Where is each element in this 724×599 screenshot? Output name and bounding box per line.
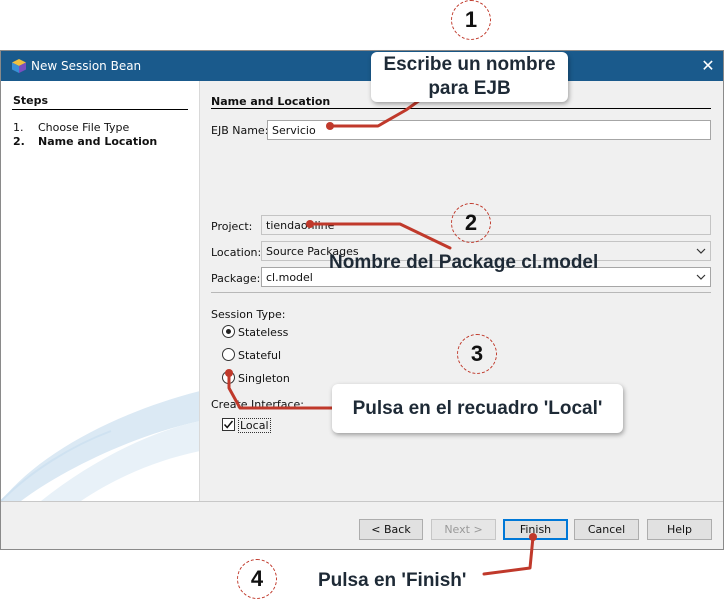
step-number: 1. [13, 121, 24, 134]
session-type-label: Session Type: [211, 308, 286, 321]
ejb-name-input[interactable]: Servicio [267, 120, 711, 140]
radio-stateless[interactable] [222, 325, 235, 338]
checkmark-icon [223, 420, 234, 429]
section-title: Name and Location [211, 95, 331, 108]
step-label: Name and Location [38, 135, 158, 148]
callout-step1: Escribe un nombre para EJB [371, 52, 568, 102]
radio-stateful[interactable] [222, 348, 235, 361]
local-checkbox[interactable] [222, 418, 235, 431]
step-1-badge: 1 [451, 0, 491, 40]
ejb-name-label: EJB Name: [211, 124, 269, 137]
window-title: New Session Bean [31, 59, 142, 73]
separator [211, 292, 711, 293]
step-name-and-location: 2. Name and Location [13, 135, 157, 148]
create-interface-label: Create Interface: [211, 398, 305, 411]
step-2-badge: 2 [451, 203, 491, 243]
title-bar: New Session Bean ✕ [1, 51, 723, 81]
package-label: Package: [211, 272, 261, 285]
close-button[interactable]: ✕ [693, 51, 723, 81]
back-button[interactable]: < Back [359, 519, 423, 540]
chevron-down-icon [696, 248, 706, 254]
step-choose-file-type: 1. Choose File Type [13, 121, 129, 134]
local-label[interactable]: Local [238, 418, 271, 433]
step-number: 2. [13, 135, 25, 148]
steps-divider [12, 109, 188, 110]
callout-step1-line1: Escribe un nombre [383, 54, 556, 75]
next-button[interactable]: Next > [431, 519, 496, 540]
steps-panel: Steps 1. Choose File Type 2. Name and Loca… [1, 81, 200, 501]
callout-step3: Pulsa en el recuadro 'Local' [332, 384, 623, 433]
close-icon: ✕ [701, 56, 715, 75]
stateless-label[interactable]: Stateless [238, 326, 288, 339]
callout-step1-line2: para EJB [428, 78, 511, 99]
step-4-badge: 4 [237, 559, 277, 599]
chevron-down-icon [696, 274, 706, 280]
singleton-label[interactable]: Singleton [238, 372, 290, 385]
callout-step4: Pulsa en 'Finish' [318, 570, 467, 591]
new-session-bean-dialog: New Session Bean ✕ Steps 1. Choose File T… [0, 50, 724, 550]
decorative-swoosh-graphic [1, 391, 199, 501]
step-3-badge: 3 [457, 334, 497, 374]
button-bar: < Back Next > Finish Cancel Help [1, 501, 723, 549]
location-label: Location: [211, 246, 262, 259]
form-panel: Name and Location EJB Name: Servicio Pro… [201, 81, 723, 501]
step-label: Choose File Type [38, 121, 130, 134]
help-button[interactable]: Help [647, 519, 712, 540]
netbeans-cube-icon [12, 59, 26, 73]
steps-title: Steps [13, 94, 49, 107]
radio-singleton[interactable] [222, 371, 235, 384]
section-divider [211, 108, 711, 109]
project-label: Project: [211, 220, 253, 233]
callout-step2: Nombre del Package cl.model [329, 252, 599, 273]
package-value: cl.model [266, 271, 313, 284]
cancel-button[interactable]: Cancel [574, 519, 639, 540]
finish-button[interactable]: Finish [503, 519, 568, 540]
stateful-label[interactable]: Stateful [238, 349, 281, 362]
